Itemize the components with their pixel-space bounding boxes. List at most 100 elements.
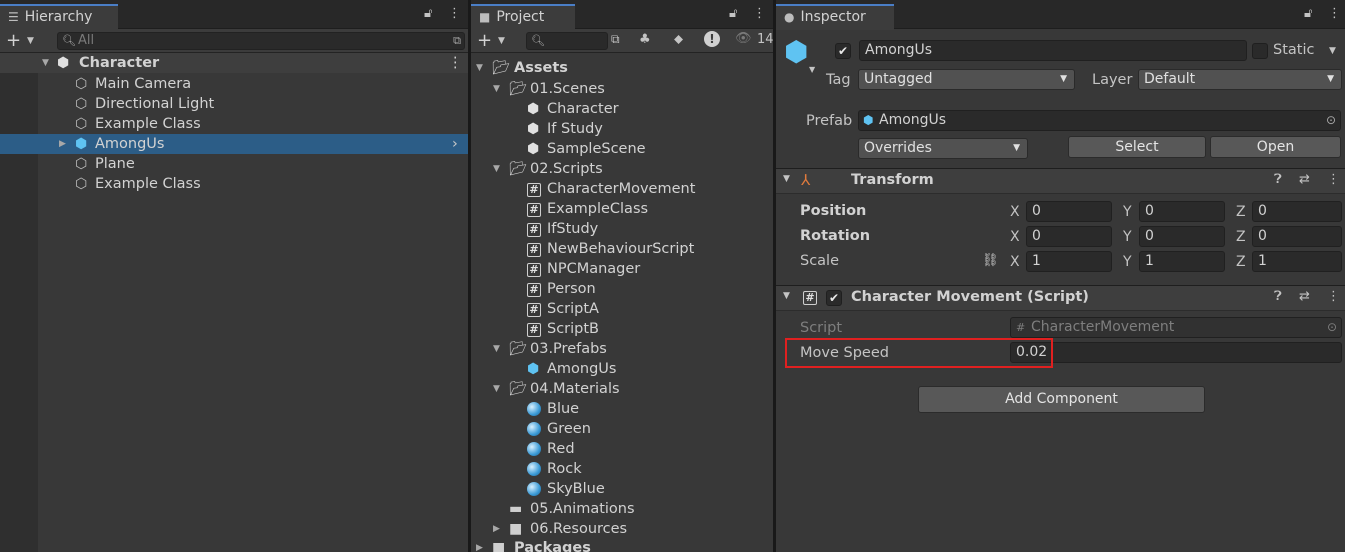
open-prefab-arrow-icon[interactable]: › — [452, 134, 458, 154]
asset-row[interactable]: ⬢ SampleScene — [471, 139, 773, 159]
object-picker-icon[interactable]: ⊙ — [1326, 111, 1336, 130]
tab-hierarchy[interactable]: ☰ Hierarchy — [0, 4, 118, 30]
kebab-menu-icon[interactable]: ⋮ — [1327, 172, 1340, 187]
warning-filter-icon[interactable]: ! — [704, 31, 720, 47]
select-button[interactable]: Select — [1068, 136, 1206, 158]
prefab-asset-field[interactable]: ⬢ AmongUs ⊙ — [858, 110, 1341, 131]
lock-icon[interactable]: 🔓︎ — [729, 6, 737, 21]
hierarchy-item-selected[interactable]: ▶ ⬢ AmongUs › — [0, 134, 468, 154]
hierarchy-item[interactable]: ⬡ Directional Light — [0, 94, 468, 114]
tag-dropdown[interactable]: Untagged ▼ — [858, 69, 1075, 90]
expand-arrow-icon[interactable]: ▼ — [476, 58, 483, 78]
eye-icon[interactable]: 👁︎ — [735, 31, 752, 46]
collapsed-arrow-icon[interactable]: ▶ — [476, 538, 483, 552]
asset-row[interactable]: # ExampleClass — [471, 199, 773, 219]
prefab-cube-icon[interactable]: ⬢ — [784, 38, 808, 66]
scale-z-field[interactable]: 1 — [1252, 251, 1342, 272]
expand-arrow-icon[interactable]: ▼ — [493, 339, 500, 359]
static-dropdown-icon[interactable]: ▼ — [1329, 46, 1336, 56]
overrides-dropdown[interactable]: Overrides ▼ — [858, 138, 1028, 159]
collapsed-arrow-icon[interactable]: ▶ — [493, 519, 500, 539]
search-type-icon[interactable]: ⧉ — [611, 32, 620, 47]
folder-row[interactable]: ▶ ■ 06.Resources — [471, 519, 773, 539]
asset-row[interactable]: Red — [471, 439, 773, 459]
expand-arrow-icon[interactable]: ▼ — [783, 174, 790, 184]
hierarchy-item[interactable]: ⬡ Plane — [0, 154, 468, 174]
position-y-field[interactable]: 0 — [1139, 201, 1225, 222]
gameobject-name-field[interactable]: AmongUs — [859, 40, 1247, 61]
create-plus-icon[interactable]: + — [6, 30, 21, 51]
expand-arrow-icon[interactable]: ▼ — [783, 291, 790, 301]
asset-row[interactable]: # ScriptB — [471, 319, 773, 339]
expand-arrow-icon[interactable]: ▼ — [493, 79, 500, 99]
kebab-menu-icon[interactable]: ⋮ — [1327, 289, 1340, 304]
tab-inspector[interactable]: ● Inspector — [776, 4, 894, 30]
kebab-menu-icon[interactable]: ⋮ — [448, 6, 461, 21]
collapsed-arrow-icon[interactable]: ▶ — [59, 134, 66, 154]
character-movement-header[interactable]: ▼ # ✔ Character Movement (Script) ❓︎ ⇄ ⋮ — [776, 285, 1345, 311]
expand-arrow-icon[interactable]: ▼ — [42, 53, 49, 73]
rotation-x-field[interactable]: 0 — [1026, 226, 1112, 247]
project-search-input[interactable]: 🔍︎ — [526, 32, 608, 50]
rotation-z-field[interactable]: 0 — [1252, 226, 1342, 247]
chevron-down-icon[interactable]: ▼ — [809, 65, 815, 74]
lock-icon[interactable]: 🔓︎ — [424, 6, 432, 21]
scale-x-field[interactable]: 1 — [1026, 251, 1112, 272]
move-speed-field[interactable]: 0.02 — [1010, 342, 1342, 363]
asset-row[interactable]: ⬢ AmongUs — [471, 359, 773, 379]
help-icon[interactable]: ❓︎ — [1274, 172, 1282, 187]
folder-row[interactable]: ▼ 📂︎ 04.Materials — [471, 379, 773, 399]
scale-y-field[interactable]: 1 — [1139, 251, 1225, 272]
asset-row[interactable]: ⬢ Character — [471, 99, 773, 119]
scene-row[interactable]: ▼ ⬢ Character ⋮ — [0, 53, 468, 73]
expand-arrow-icon[interactable]: ▼ — [493, 379, 500, 399]
folder-row[interactable]: ▼ 📂︎ 01.Scenes — [471, 79, 773, 99]
filter-by-type-icon[interactable]: ♣ — [639, 32, 651, 47]
kebab-menu-icon[interactable]: ⋮ — [448, 53, 463, 73]
asset-row[interactable]: Blue — [471, 399, 773, 419]
asset-row[interactable]: ⬢ If Study — [471, 119, 773, 139]
static-checkbox[interactable]: ✔ — [1252, 43, 1268, 59]
search-type-icon[interactable]: ⧉ — [453, 33, 461, 49]
folder-row[interactable]: ▬ 05.Animations — [471, 499, 773, 519]
lock-icon[interactable]: 🔓︎ — [1304, 6, 1312, 21]
hierarchy-item[interactable]: ⬡ Main Camera — [0, 74, 468, 94]
constrain-proportions-link-icon[interactable]: ⛓︎ — [982, 253, 999, 268]
transform-header[interactable]: ▼ ⅄ Transform ❓︎ ⇄ ⋮ — [776, 168, 1345, 194]
filter-by-label-icon[interactable]: ⬥ — [674, 32, 683, 47]
hierarchy-search-input[interactable]: 🔍︎ All ⧉ — [57, 32, 465, 50]
asset-row[interactable]: # NewBehaviourScript — [471, 239, 773, 259]
chevron-down-icon[interactable]: ▼ — [27, 36, 34, 46]
asset-row[interactable]: SkyBlue — [471, 479, 773, 499]
asset-row[interactable]: # IfStudy — [471, 219, 773, 239]
add-component-button[interactable]: Add Component — [918, 386, 1205, 413]
folder-row[interactable]: ▼ 📂︎ Assets — [471, 58, 773, 78]
asset-row[interactable]: # ScriptA — [471, 299, 773, 319]
chevron-down-icon[interactable]: ▼ — [498, 36, 505, 46]
position-x-field[interactable]: 0 — [1026, 201, 1112, 222]
create-plus-icon[interactable]: + — [477, 30, 492, 51]
layer-dropdown[interactable]: Default ▼ — [1138, 69, 1342, 90]
open-button[interactable]: Open — [1210, 136, 1341, 158]
component-enabled-checkbox[interactable]: ✔ — [826, 290, 842, 306]
folder-row[interactable]: ▼ 📂︎ 02.Scripts — [471, 159, 773, 179]
active-checkbox[interactable]: ✔ — [835, 43, 851, 59]
folder-row[interactable]: ▶ ■ Packages — [471, 538, 773, 552]
tab-project[interactable]: ■ Project — [471, 4, 575, 30]
kebab-menu-icon[interactable]: ⋮ — [753, 6, 766, 21]
asset-row[interactable]: Green — [471, 419, 773, 439]
help-icon[interactable]: ❓︎ — [1274, 289, 1282, 304]
asset-row[interactable]: # CharacterMovement — [471, 179, 773, 199]
hierarchy-item[interactable]: ⬡ Example Class — [0, 114, 468, 134]
expand-arrow-icon[interactable]: ▼ — [493, 159, 500, 179]
rotation-y-field[interactable]: 0 — [1139, 226, 1225, 247]
position-z-field[interactable]: 0 — [1252, 201, 1342, 222]
preset-sliders-icon[interactable]: ⇄ — [1299, 172, 1310, 187]
asset-row[interactable]: Rock — [471, 459, 773, 479]
folder-row[interactable]: ▼ 📂︎ 03.Prefabs — [471, 339, 773, 359]
asset-row[interactable]: # NPCManager — [471, 259, 773, 279]
asset-row[interactable]: # Person — [471, 279, 773, 299]
preset-sliders-icon[interactable]: ⇄ — [1299, 289, 1310, 304]
kebab-menu-icon[interactable]: ⋮ — [1328, 6, 1341, 21]
hierarchy-item[interactable]: ⬡ Example Class — [0, 174, 468, 194]
